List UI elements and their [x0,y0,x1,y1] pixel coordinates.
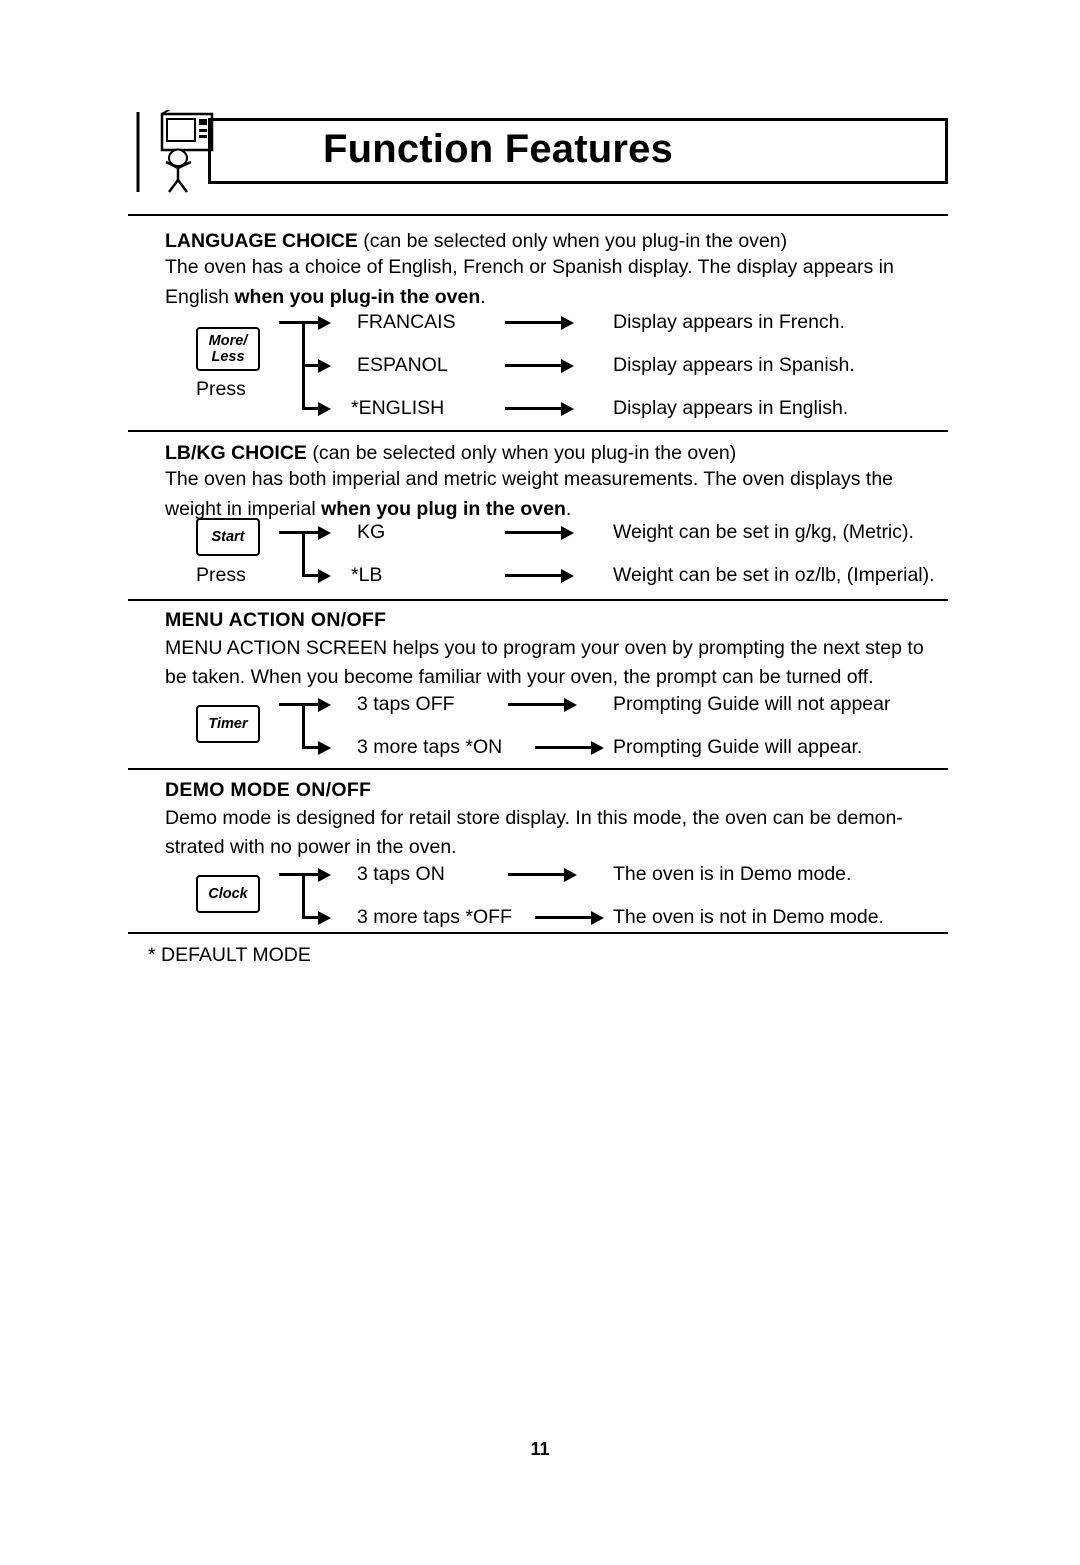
lbkg-body-line2-bold: when you plug in the oven [321,498,566,520]
result-arrow-language-3 [505,407,562,410]
branch-arrowhead-lbkg-2 [318,569,331,583]
result-arrow-lbkg-2 [505,574,562,577]
page-header: Function Features [128,107,948,193]
branch-arrowhead-language-1 [318,316,331,330]
branch-arm-language-2 [302,364,319,367]
result-arrowhead-menuaction-1 [564,698,577,712]
option-menuaction-2: 3 more taps *ON [357,736,503,758]
result-arrowhead-demomode-2 [591,911,604,925]
result-arrow-language-1 [505,321,562,324]
document-page: Function Features LANGUAGE CHOICE (can b… [0,0,1080,1565]
result-demomode-1: The oven is in Demo mode. [613,863,852,885]
language-body-line2-plain: English [165,286,235,308]
result-arrow-demomode-1 [508,873,565,876]
language-body-line2: English when you plug-in the oven. [165,282,955,312]
option-demomode-1: 3 taps ON [357,863,445,885]
option-language-2: ESPANOL [357,354,448,376]
branch-arrowhead-demomode-2 [318,911,331,925]
option-menuaction-1: 3 taps OFF [357,693,455,715]
result-menuaction-2: Prompting Guide will appear. [613,736,863,758]
option-demomode-2: 3 more taps *OFF [357,906,512,928]
lbkg-body-line1: The oven has both imperial and metric we… [165,468,894,490]
branch-arm-lbkg-1 [279,531,319,534]
option-language-1: FRANCAIS [357,311,456,333]
divider-top [128,214,948,216]
result-arrowhead-language-2 [561,359,574,373]
key-more-less-label-2: Less [211,349,245,365]
branch-trunk-menuaction [302,704,305,749]
option-language-3: *ENGLISH [351,397,445,419]
divider-language [128,430,948,432]
branch-arm-demomode-1 [279,873,319,876]
result-arrowhead-lbkg-1 [561,526,574,540]
section-heading-lbkg: LB/KG CHOICE [165,442,307,464]
result-language-1: Display appears in French. [613,311,845,333]
branch-arrowhead-menuaction-1 [318,698,331,712]
result-arrow-menuaction-1 [508,703,565,706]
demomode-body-line1: Demo mode is designed for retail store d… [165,807,903,829]
result-language-3: Display appears in English. [613,397,849,419]
section-heading-language: LANGUAGE CHOICE [165,230,358,252]
menuaction-body-line2: be taken. When you become familiar with … [165,666,874,688]
branch-arm-menuaction-2 [302,746,319,749]
key-clock-label: Clock [208,886,248,902]
divider-lbkg [128,599,948,601]
key-start[interactable]: Start [196,518,260,556]
key-timer[interactable]: Timer [196,705,260,743]
language-body-line2-tail: . [480,286,486,308]
branch-arrowhead-demomode-1 [318,868,331,882]
page-title: Function Features [322,127,674,171]
lbkg-body-line2: weight in imperial when you plug in the … [165,494,955,524]
language-body-line2-bold: when you plug-in the oven [234,286,481,308]
option-lbkg-2: *LB [351,564,383,586]
key-start-label: Start [211,529,245,545]
page-number: 11 [530,1439,550,1459]
key-clock[interactable]: Clock [196,875,260,913]
lbkg-body-line2-tail: . [565,498,572,520]
result-arrowhead-language-3 [561,402,574,416]
divider-demomode [128,932,948,934]
branch-arm-menuaction-1 [279,703,319,706]
branch-arrowhead-language-3 [318,402,331,416]
section-heading-menuaction: MENU ACTION ON/OFF [165,609,387,631]
demomode-body-line2: strated with no power in the oven. [165,836,457,858]
section-heading-suffix-lbkg: (can be selected only when you plug-in t… [306,442,737,464]
result-menuaction-1: Prompting Guide will not appear [613,693,891,715]
branch-arrowhead-lbkg-1 [318,526,331,540]
language-body-line1: The oven has a choice of English, French… [165,256,894,278]
result-arrow-demomode-2 [535,916,592,919]
result-demomode-2: The oven is not in Demo mode. [613,906,884,928]
result-arrowhead-language-1 [561,316,574,330]
result-lbkg-2: Weight can be set in oz/lb, (Imperial). [613,564,935,586]
key-more-less[interactable]: More/ Less [196,327,260,371]
key-more-less-label-1: More/ [208,333,248,349]
menuaction-body-line1: MENU ACTION SCREEN helps you to program … [165,637,924,659]
result-arrow-lbkg-1 [505,531,562,534]
result-arrowhead-lbkg-2 [561,569,574,583]
result-arrowhead-demomode-1 [564,868,577,882]
press-label-lbkg: Press [196,564,246,586]
result-language-2: Display appears in Spanish. [613,354,855,376]
key-timer-label: Timer [208,716,248,732]
option-lbkg-1: KG [357,521,386,543]
branch-arrowhead-language-2 [318,359,331,373]
branch-arm-lbkg-2 [302,574,319,577]
divider-menuaction [128,768,948,770]
branch-trunk-lbkg [302,532,305,577]
branch-arrowhead-menuaction-2 [318,741,331,755]
branch-arm-demomode-2 [302,916,319,919]
lbkg-body-line2-plain: weight in imperial [165,498,322,520]
result-arrow-menuaction-2 [535,746,592,749]
press-label-language: Press [196,378,246,400]
section-heading-suffix-language: (can be selected only when you plug-in t… [357,230,788,252]
default-mode-note: * DEFAULT MODE [148,944,311,966]
result-arrowhead-menuaction-2 [591,741,604,755]
result-lbkg-1: Weight can be set in g/kg, (Metric). [613,521,914,543]
branch-arm-language-3 [302,407,319,410]
result-arrow-language-2 [505,364,562,367]
section-heading-demomode: DEMO MODE ON/OFF [165,779,372,801]
branch-trunk-demomode [302,874,305,919]
branch-arm-language-1 [279,321,319,324]
